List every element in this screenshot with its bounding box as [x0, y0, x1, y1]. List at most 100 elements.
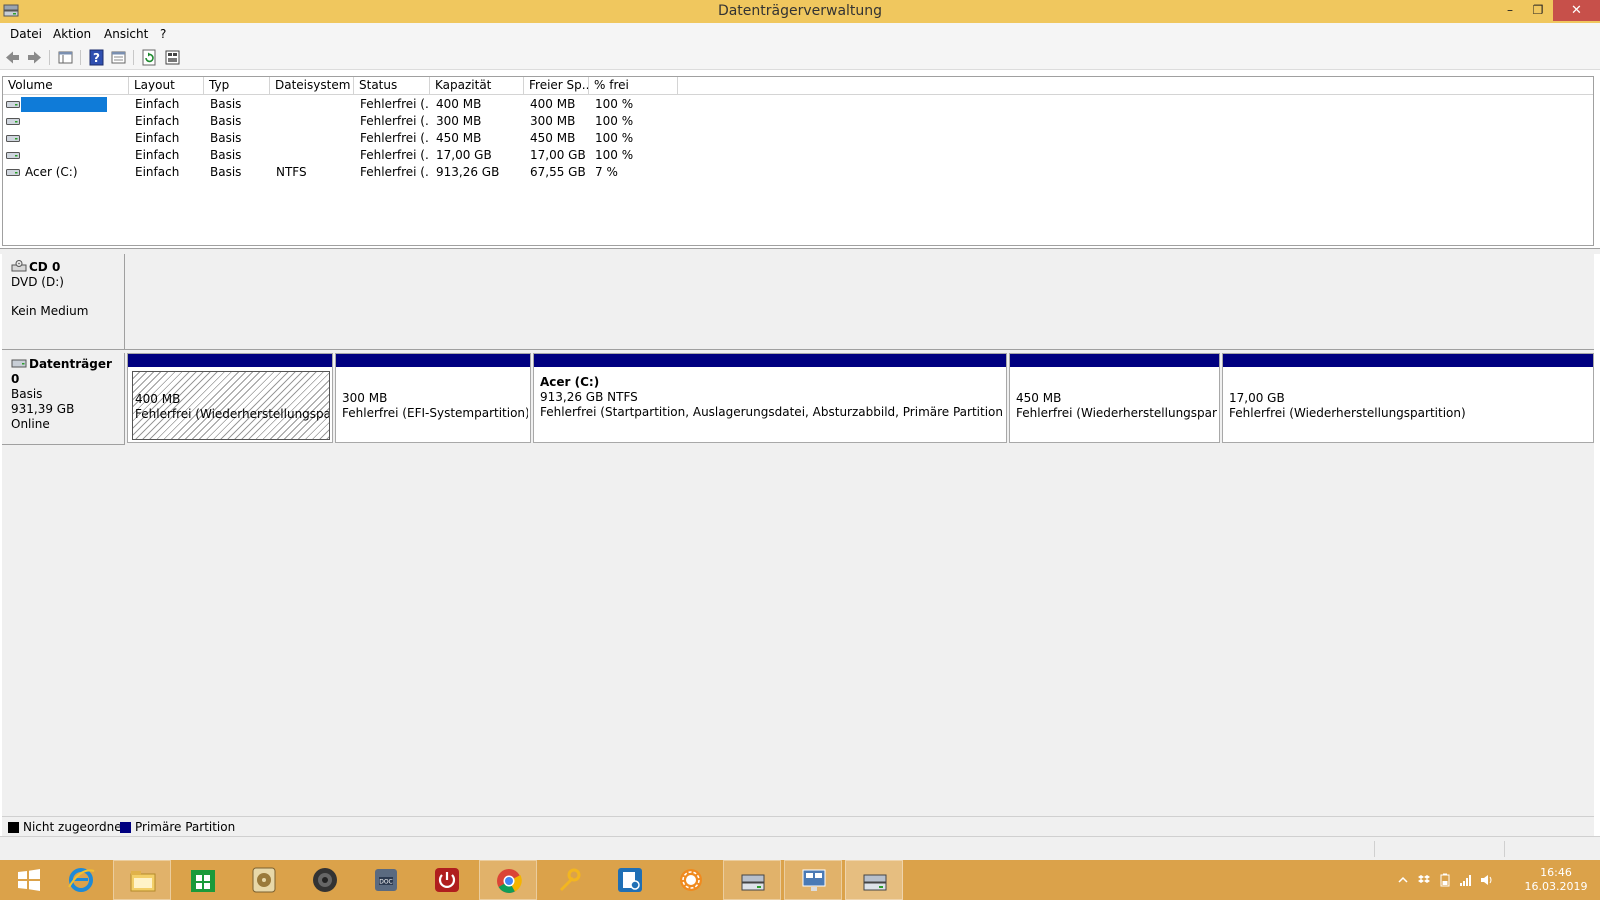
console-tree-icon[interactable] [57, 49, 74, 66]
chrome-icon [497, 869, 522, 893]
taskbar-disc-burner[interactable] [235, 860, 293, 900]
cell-volume: Acer (C:) [25, 165, 78, 179]
volume-drive-icon [6, 169, 20, 176]
status-bar [0, 836, 1600, 860]
menu-ansicht[interactable]: Ansicht [104, 27, 148, 41]
partition-content: 17,00 GB Fehlerfrei (Wiederherstellungsp… [1227, 371, 1591, 440]
cd0-type: DVD (D:) [11, 275, 64, 289]
taskbar-disk-management-active[interactable] [845, 860, 903, 900]
column-header-typ[interactable]: Typ [204, 77, 270, 95]
volume-icon[interactable] [1480, 873, 1494, 887]
disk-label-cd0[interactable]: CD 0 DVD (D:) Kein Medium [2, 254, 125, 350]
column-header-freier-speicher[interactable]: Freier Sp... [524, 77, 589, 95]
title-bar: Datenträgerverwaltung – ❐ ✕ [0, 0, 1600, 23]
partition-recovery-450mb[interactable]: 450 MB Fehlerfrei (Wiederherstellungspar… [1009, 353, 1220, 443]
menu-aktion[interactable]: Aktion [53, 27, 91, 41]
back-arrow-icon[interactable] [4, 49, 21, 66]
taskbar-disk-management[interactable] [723, 860, 781, 900]
file-explorer-icon [130, 871, 156, 892]
show-hidden-icons-icon[interactable] [1396, 873, 1410, 887]
svg-text:DOC: DOC [379, 879, 393, 886]
disk-label-disk0[interactable]: Datenträger 0 Basis 931,39 GB Online [2, 353, 125, 445]
power-app-icon [435, 868, 459, 892]
help-icon[interactable]: ? [88, 49, 105, 66]
cell-layout: Einfach [135, 131, 180, 145]
window-title: Datenträgerverwaltung [717, 3, 883, 19]
partition-recovery-400mb[interactable]: 400 MB Fehlerfrei (Wiederherstellungspar… [127, 353, 333, 443]
volume-row[interactable]: Einfach Basis Fehlerfrei (... 17,00 GB 17,00… [3, 147, 1593, 164]
taskbar-sun-app[interactable] [662, 860, 720, 900]
hard-disk-icon [11, 359, 27, 368]
cell-prozent-frei: 7 % [595, 165, 618, 179]
cell-prozent-frei: 100 % [595, 114, 634, 128]
partition-status: Fehlerfrei (Wiederherstellungspartition) [1016, 406, 1217, 420]
taskbar-power-app[interactable] [418, 860, 476, 900]
taskbar-store[interactable] [174, 860, 232, 900]
taskbar-clock[interactable]: 16:46 16.03.2019 [1516, 866, 1596, 894]
disc-burner-icon [252, 867, 276, 893]
column-header-dateisystem[interactable]: Dateisystem [270, 77, 354, 95]
partition-efi-300mb[interactable]: 300 MB Fehlerfrei (EFI-Systempartition) [335, 353, 531, 443]
partition-status: Fehlerfrei (Wiederherstellungspartition) [1229, 406, 1466, 420]
column-header-layout[interactable]: Layout [129, 77, 204, 95]
status-pane [1374, 841, 1504, 857]
settings-app-icon [618, 868, 642, 892]
battery-icon[interactable] [1438, 873, 1452, 887]
legend: Nicht zugeordnet Primäre Partition [2, 816, 1594, 836]
internet-explorer-icon [68, 868, 95, 892]
partition-size: 913,26 GB NTFS [540, 390, 638, 404]
partition-acer-c[interactable]: Acer (C:) 913,26 GB NTFS Fehlerfrei (Sta… [533, 353, 1007, 443]
taskbar-settings-app[interactable] [601, 860, 659, 900]
menu-bar: Datei Aktion Ansicht ? [0, 23, 1600, 45]
volume-row[interactable]: Einfach Basis Fehlerfrei (... 300 MB 300 MB 1… [3, 113, 1593, 130]
column-header-status[interactable]: Status [354, 77, 430, 95]
partition-content: 300 MB Fehlerfrei (EFI-Systempartition) [340, 371, 528, 440]
cell-kapazitaet: 450 MB [436, 131, 482, 145]
toolbar-separator [49, 50, 50, 65]
minimize-button[interactable]: – [1496, 0, 1524, 21]
column-header-prozent-frei[interactable]: % frei [589, 77, 678, 95]
partition-recovery-17gb[interactable]: 17,00 GB Fehlerfrei (Wiederherstellungsp… [1222, 353, 1594, 443]
cell-prozent-frei: 100 % [595, 97, 634, 111]
volume-row[interactable]: Acer (C:) Einfach Basis NTFS Fehlerfrei (...… [3, 164, 1593, 181]
taskbar-file-explorer[interactable] [113, 860, 171, 900]
forward-arrow-icon[interactable] [26, 49, 43, 66]
taskbar-network-app[interactable] [784, 860, 842, 900]
partition-header-bar [128, 354, 332, 367]
volume-drive-icon [6, 118, 20, 125]
volume-row[interactable]: Einfach Basis Fehlerfrei (... 450 MB 450 MB 1… [3, 130, 1593, 147]
close-button[interactable]: ✕ [1553, 0, 1600, 21]
taskbar-internet-explorer[interactable] [52, 860, 110, 900]
column-header-filler [678, 77, 1593, 95]
dropbox-icon[interactable] [1417, 873, 1431, 887]
rescan-icon[interactable] [164, 49, 181, 66]
menu-datei[interactable]: Datei [10, 27, 42, 41]
partition-header-bar [336, 354, 530, 367]
column-header-kapazitaet[interactable]: Kapazität [430, 77, 524, 95]
legend-label-unallocated: Nicht zugeordnet [23, 820, 127, 834]
cell-freier-speicher: 67,55 GB [530, 165, 586, 179]
menu-help[interactable]: ? [160, 27, 166, 41]
column-header-volume[interactable]: Volume [3, 77, 129, 95]
partition-header-bar [534, 354, 1006, 367]
clock-date: 16.03.2019 [1524, 880, 1588, 893]
start-button[interactable] [0, 860, 58, 900]
cell-typ: Basis [210, 148, 242, 162]
toolbar-separator [133, 50, 134, 65]
cd-drive-icon [11, 260, 27, 272]
cell-layout: Einfach [135, 165, 180, 179]
partition-size: 17,00 GB [1229, 391, 1285, 405]
volume-row[interactable]: Einfach Basis Fehlerfrei (... 400 MB 400 MB 1… [3, 96, 1593, 113]
signal-icon[interactable] [1459, 873, 1473, 887]
cell-prozent-frei: 100 % [595, 131, 634, 145]
taskbar-chrome[interactable] [479, 860, 537, 900]
taskbar-speaker-app[interactable] [296, 860, 354, 900]
maximize-button[interactable]: ❐ [1524, 0, 1552, 21]
taskbar: DOC 16:46 16.03.2019 [0, 860, 1600, 900]
taskbar-tools-app[interactable] [540, 860, 598, 900]
cell-status: Fehlerfrei (... [360, 97, 428, 111]
disk-row-disk0: Datenträger 0 Basis 931,39 GB Online 400… [2, 353, 1594, 448]
refresh-icon[interactable] [141, 49, 158, 66]
properties-icon[interactable] [110, 49, 127, 66]
taskbar-doc-converter[interactable]: DOC [357, 860, 415, 900]
